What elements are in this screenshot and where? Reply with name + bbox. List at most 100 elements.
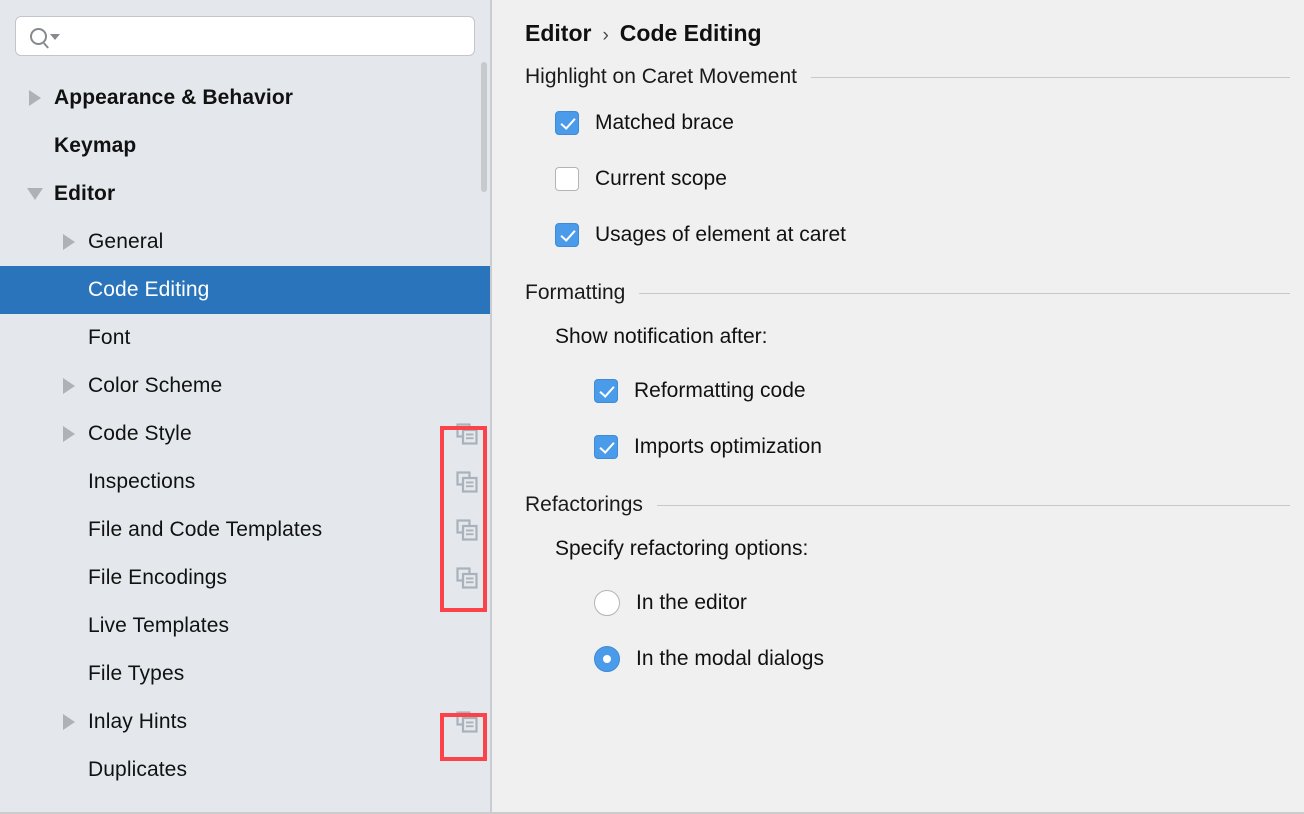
settings-tree: Appearance & Behavior Keymap Editor General… [0,74,490,794]
radio-row-in-the-editor[interactable]: In the editor [492,575,1304,631]
section-title: Refactorings [525,493,643,517]
checkbox-row-reformatting-code[interactable]: Reformatting code [492,363,1304,419]
sidebar-item-file-encodings[interactable]: File Encodings [0,554,490,602]
section-highlight-on-caret-movement: Highlight on Caret Movement Matched brace… [492,65,1304,263]
option-label: Current scope [595,167,727,191]
checkbox-matched-brace[interactable] [555,111,579,135]
tree-arrow-spacer [52,764,86,776]
settings-dialog: Appearance & Behavior Keymap Editor General… [0,0,1304,814]
sidebar-item-inspections[interactable]: Inspections [0,458,490,506]
chevron-right-icon[interactable] [52,426,86,442]
tree-arrow-spacer [18,140,52,152]
sidebar-item-color-scheme[interactable]: Color Scheme [0,362,490,410]
copy-icon[interactable] [454,421,480,447]
sidebar-item-code-editing[interactable]: Code Editing [0,266,490,314]
search-input[interactable] [60,17,474,55]
checkbox-reformatting-code[interactable] [594,379,618,403]
settings-sidebar: Appearance & Behavior Keymap Editor General… [0,0,492,812]
sidebar-item-label: File Types [88,662,184,686]
sidebar-item-general[interactable]: General [0,218,490,266]
section-title: Formatting [525,281,625,305]
sidebar-item-editor[interactable]: Editor [0,170,490,218]
copy-icon[interactable] [454,709,480,735]
checkbox-usages-of-element-at-caret[interactable] [555,223,579,247]
option-list: Specify refactoring options: In the edito… [492,523,1304,687]
sidebar-item-label: Inspections [88,470,195,494]
sidebar-item-file-types[interactable]: File Types [0,650,490,698]
settings-sections: Highlight on Caret Movement Matched brace… [492,65,1304,687]
sidebar-item-appearance-behavior[interactable]: Appearance & Behavior [0,74,490,122]
section-header: Refactorings [492,493,1304,517]
section-header: Highlight on Caret Movement [492,65,1304,89]
option-list: Matched brace Current scope Usages of elem… [492,95,1304,263]
chevron-right-icon[interactable] [52,714,86,730]
option-label: Usages of element at caret [595,223,846,247]
search-icon[interactable] [30,28,60,45]
sidebar-item-label: Color Scheme [88,374,222,398]
copy-icon[interactable] [454,469,480,495]
tree-arrow-spacer [52,476,86,488]
option-label: In the editor [636,591,747,615]
copy-icon[interactable] [454,565,480,591]
breadcrumb: Editor › Code Editing [492,0,1304,47]
sidebar-item-label: Inlay Hints [88,710,187,734]
sidebar-item-font[interactable]: Font [0,314,490,362]
radio-in-the-modal-dialogs[interactable] [594,646,620,672]
section-refactorings: Refactorings Specify refactoring options:… [492,493,1304,687]
option-label: In the modal dialogs [636,647,824,671]
option-list: Show notification after:Reformatting cod… [492,311,1304,475]
option-label: Imports optimization [634,435,822,459]
tree-arrow-spacer [52,524,86,536]
settings-content-pane: Editor › Code Editing Highlight on Caret… [492,0,1304,812]
sidebar-item-label: Code Editing [88,278,209,302]
chevron-right-icon[interactable] [52,234,86,250]
sidebar-item-duplicates[interactable]: Duplicates [0,746,490,794]
sidebar-item-code-style[interactable]: Code Style [0,410,490,458]
checkbox-imports-optimization[interactable] [594,435,618,459]
sidebar-item-live-templates[interactable]: Live Templates [0,602,490,650]
checkbox-row-imports-optimization[interactable]: Imports optimization [492,419,1304,475]
breadcrumb-parent[interactable]: Editor [525,20,591,47]
sidebar-item-inlay-hints[interactable]: Inlay Hints [0,698,490,746]
checkbox-current-scope[interactable] [555,167,579,191]
sidebar-item-keymap[interactable]: Keymap [0,122,490,170]
sidebar-item-label: Code Style [88,422,192,446]
option-label: Matched brace [595,111,734,135]
sidebar-item-label: General [88,230,163,254]
copy-icon[interactable] [454,517,480,543]
tree-arrow-spacer [52,284,86,296]
chevron-down-icon[interactable] [18,188,52,200]
tree-arrow-spacer [52,668,86,680]
sidebar-scrollbar[interactable] [481,62,487,192]
sidebar-item-label: Live Templates [88,614,229,638]
section-divider [811,77,1290,78]
search-container [0,0,490,56]
checkbox-row-matched-brace[interactable]: Matched brace [492,95,1304,151]
breadcrumb-current: Code Editing [620,20,762,47]
radio-in-the-editor[interactable] [594,590,620,616]
sidebar-item-label: Duplicates [88,758,187,782]
chevron-right-icon[interactable] [52,378,86,394]
radio-row-in-the-modal-dialogs[interactable]: In the modal dialogs [492,631,1304,687]
tree-arrow-spacer [52,332,86,344]
breadcrumb-separator-icon: › [602,25,608,47]
section-divider [639,293,1290,294]
search-box[interactable] [15,16,475,56]
tree-arrow-spacer [52,572,86,584]
section-title: Highlight on Caret Movement [525,65,797,89]
section-header: Formatting [492,281,1304,305]
sidebar-item-label: Editor [54,182,115,206]
checkbox-row-usages-of-element-at-caret[interactable]: Usages of element at caret [492,207,1304,263]
option-label: Reformatting code [634,379,806,403]
sidebar-item-label: File Encodings [88,566,227,590]
chevron-right-icon[interactable] [18,90,52,106]
sidebar-item-label: Font [88,326,130,350]
chevron-down-icon [50,34,60,40]
checkbox-row-current-scope[interactable]: Current scope [492,151,1304,207]
magnifier-icon [30,28,47,45]
tree-arrow-spacer [52,620,86,632]
sidebar-item-file-and-code-templates[interactable]: File and Code Templates [0,506,490,554]
group-label-specify-refactoring-options: Specify refactoring options: [492,523,1304,575]
sidebar-item-label: File and Code Templates [88,518,322,542]
sidebar-item-label: Keymap [54,134,136,158]
